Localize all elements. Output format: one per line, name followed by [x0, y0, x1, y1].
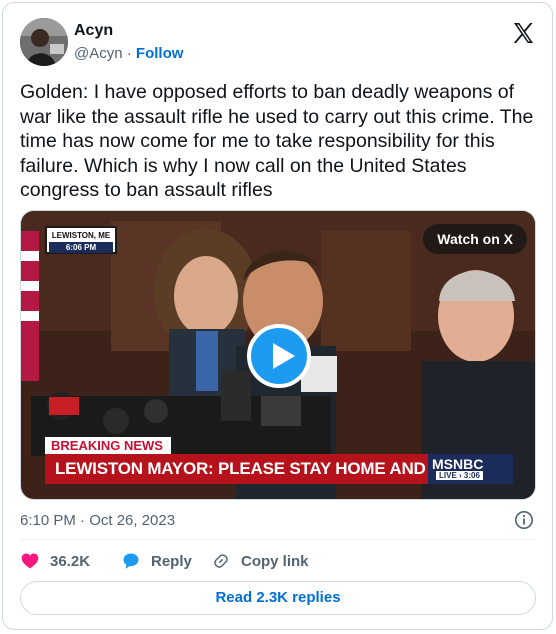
- network-logo: MSNBC: [432, 456, 484, 472]
- heart-icon: [21, 553, 39, 569]
- read-replies-button[interactable]: Read 2.3K replies: [20, 581, 536, 615]
- play-icon[interactable]: [247, 324, 311, 388]
- author-handle[interactable]: @Acyn: [74, 45, 123, 62]
- live-badge: LIVE › 3:06: [436, 471, 483, 480]
- reply-label: Reply: [151, 552, 192, 570]
- info-icon[interactable]: [514, 510, 534, 530]
- copy-link-label: Copy link: [241, 552, 309, 570]
- reply-button[interactable]: Reply: [121, 551, 192, 571]
- x-logo-icon[interactable]: [511, 21, 535, 45]
- like-button[interactable]: 36.2K: [20, 551, 90, 571]
- breaking-news-label: BREAKING NEWS: [45, 437, 171, 454]
- location-label: LEWISTON, ME: [51, 231, 111, 240]
- reply-bubble-icon: [123, 553, 139, 569]
- separator: ·: [126, 45, 132, 62]
- network-bug: MSNBC LIVE › 3:06: [428, 454, 513, 484]
- location-time-bug: LEWISTON, ME 6:06 PM: [45, 226, 117, 254]
- avatar[interactable]: [20, 18, 68, 66]
- divider: [20, 539, 536, 540]
- author-handle-row: @Acyn · Follow: [74, 45, 183, 62]
- tweet-card: Acyn @Acyn · Follow Golden: I have oppos…: [2, 2, 553, 630]
- tweet-timestamp[interactable]: 6:10 PM · Oct 26, 2023: [20, 512, 175, 529]
- video-player[interactable]: LEWISTON, ME 6:06 PM Watch on X BREAKING…: [20, 210, 536, 500]
- like-count: 36.2K: [50, 552, 91, 570]
- broadcast-time: 6:06 PM: [49, 242, 113, 253]
- tweet-text: Golden: I have opposed efforts to ban de…: [20, 81, 534, 201]
- follow-button[interactable]: Follow: [136, 45, 184, 62]
- watch-on-x-button[interactable]: Watch on X: [423, 224, 527, 254]
- author-name[interactable]: Acyn: [74, 22, 113, 40]
- copy-link-button[interactable]: Copy link: [211, 551, 309, 571]
- link-icon: [214, 554, 228, 568]
- news-chyron: LEWISTON MAYOR: PLEASE STAY HOME AND BE …: [45, 454, 503, 484]
